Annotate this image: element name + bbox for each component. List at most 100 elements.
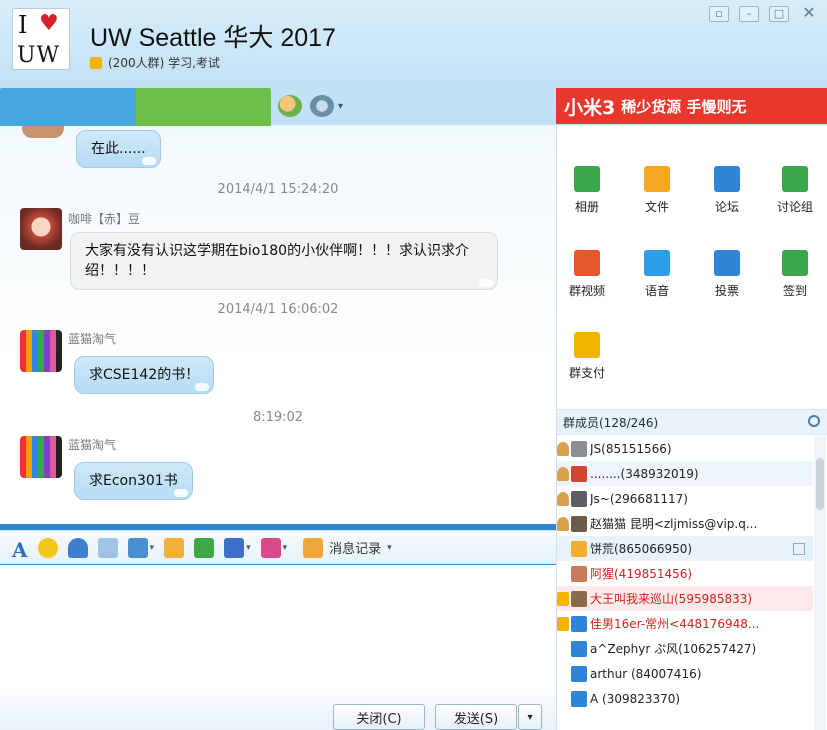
forum-icon	[714, 166, 740, 192]
voice-icon	[644, 250, 670, 276]
video-icon	[574, 250, 600, 276]
avatar[interactable]	[20, 330, 62, 372]
doodle-icon[interactable]	[97, 537, 118, 558]
group-apps: 相册 文件 论坛 讨论组 群视频 语音 投票 签到 群支付	[557, 126, 827, 406]
member-row[interactable]: 佳男16er-常州<448176948...	[557, 611, 813, 636]
heart-icon: ♥	[39, 11, 59, 36]
app-discussion[interactable]: 讨论组	[765, 166, 825, 215]
avatar	[571, 440, 587, 457]
sender-name[interactable]: 咖啡【赤】豆	[68, 210, 140, 227]
avatar[interactable]	[22, 126, 64, 138]
chevron-down-icon[interactable]: ▾	[150, 543, 155, 553]
close-window-button[interactable]: ✕	[799, 5, 819, 22]
search-icon[interactable]	[808, 415, 820, 427]
chevron-down-icon[interactable]: ▾	[246, 543, 251, 553]
tab-bar: 聊天 相册 文件 应用 ▾	[0, 88, 556, 612]
member-role-icon	[557, 491, 569, 506]
member-name: Js~(296681117)	[590, 491, 688, 506]
skin-button[interactable]: ▫	[709, 6, 729, 22]
gear-icon[interactable]	[310, 95, 334, 117]
group-avatar[interactable]: I ♥ UW	[12, 8, 70, 70]
send-options-button[interactable]: ▾	[518, 704, 542, 730]
member-row[interactable]: arthur (84007416)	[557, 661, 813, 686]
gift-icon[interactable]	[260, 537, 281, 558]
emoji-icon[interactable]	[37, 537, 58, 558]
members-count: 群成员(128/246)	[563, 415, 659, 430]
chevron-down-icon[interactable]: ▾	[283, 543, 288, 553]
message-input[interactable]	[0, 565, 556, 695]
avatar	[571, 490, 587, 507]
member-role-icon	[557, 466, 569, 481]
scrollbar-thumb[interactable]	[816, 458, 824, 510]
member-row[interactable]: ........(348932019)	[557, 461, 813, 486]
font-icon[interactable]: A	[12, 538, 28, 562]
member-row[interactable]: 大王叫我来巡山(595985833)	[557, 586, 813, 611]
tab-apps[interactable]: 应用	[0, 88, 271, 368]
chevron-down-icon[interactable]: ▾	[338, 101, 343, 112]
member-row[interactable]: JS(85151566)	[557, 436, 813, 461]
close-button[interactable]: 关闭(C)	[333, 704, 425, 730]
message-history-button[interactable]: 消息记录 ▾	[303, 537, 392, 558]
minimize-button[interactable]: –	[739, 6, 759, 22]
avatar[interactable]	[20, 208, 62, 250]
member-name: ........(348932019)	[590, 466, 699, 481]
note-icon[interactable]	[164, 537, 185, 558]
member-name: JS(85151566)	[590, 441, 672, 456]
message-timestamp: 2014/4/1 16:06:02	[217, 302, 339, 317]
member-list-scrollbar[interactable]	[814, 436, 826, 730]
avatar	[571, 465, 587, 482]
avatar	[571, 665, 587, 682]
add-member-icon[interactable]	[278, 95, 302, 117]
app-forum[interactable]: 论坛	[697, 166, 757, 215]
app-voice[interactable]: 语音	[627, 250, 687, 299]
member-name: a^Zephyr ぷ风(106257427)	[590, 642, 757, 656]
app-vote[interactable]: 投票	[697, 250, 757, 299]
avatar[interactable]	[20, 436, 62, 478]
app-album[interactable]: 相册	[557, 166, 617, 215]
member-row[interactable]: 赵猫猫 昆明<zljmiss@vip.q...	[557, 511, 813, 536]
logo-text-i: I	[18, 11, 28, 39]
image-icon[interactable]	[127, 537, 148, 558]
screenshot-icon[interactable]	[224, 537, 245, 558]
message-list[interactable]: 在此...... 2014/4/1 15:24:20 咖啡【赤】豆 大家有没有认…	[0, 126, 556, 524]
member-role-icon	[557, 441, 569, 456]
ad-banner[interactable]: 小米3 稀少货源 手慢则无	[556, 88, 827, 124]
sender-name[interactable]: 蓝猫淘气	[68, 436, 116, 453]
app-label: 语音	[644, 284, 669, 298]
member-name: 阿猩(419851456)	[590, 567, 693, 581]
member-name: 佳男16er-常州<448176948...	[590, 617, 760, 631]
logo-text-uw: UW	[17, 43, 61, 68]
member-list[interactable]: JS(85151566) ........(348932019) Js~(296…	[557, 436, 813, 730]
member-row[interactable]: Js~(296681117)	[557, 486, 813, 511]
avatar	[571, 565, 587, 582]
input-toolbar: A ▾ ▾ ▾ 消息记录 ▾	[0, 530, 556, 564]
member-row[interactable]: 阿猩(419851456)	[557, 561, 813, 586]
sender-name[interactable]: 蓝猫淘气	[68, 330, 116, 347]
member-name: 赵猫猫 昆明<zljmiss@vip.q...	[590, 517, 758, 531]
avatar	[571, 615, 587, 632]
member-row[interactable]: A (309823370)	[557, 686, 813, 711]
edit-icon[interactable]	[793, 542, 805, 555]
member-name: 大王叫我来巡山(595985833)	[590, 592, 753, 606]
app-files[interactable]: 文件	[627, 166, 687, 215]
app-checkin[interactable]: 签到	[765, 250, 825, 299]
app-payment[interactable]: 群支付	[557, 332, 617, 381]
app-label: 文件	[644, 200, 669, 214]
message-bubble: 求Econ301书	[74, 462, 193, 500]
app-label: 论坛	[714, 200, 739, 214]
message-timestamp: 2014/4/1 15:24:20	[217, 182, 339, 197]
member-row[interactable]: a^Zephyr ぷ风(106257427)	[557, 636, 813, 661]
member-role-icon	[557, 542, 569, 556]
app-video[interactable]: 群视频	[557, 250, 617, 299]
member-row[interactable]: 饼荒(865066950)	[557, 536, 813, 561]
shake-icon[interactable]	[67, 537, 88, 558]
avatar	[571, 590, 587, 607]
maximize-button[interactable]: □	[769, 6, 789, 22]
message-bubble: 求CSE142的书！	[74, 356, 215, 394]
send-button[interactable]: 发送(S)	[435, 704, 517, 730]
album-icon	[574, 166, 600, 192]
app-label: 相册	[574, 200, 599, 214]
group-title: UW Seattle 华大 2017	[90, 24, 336, 52]
app-icon[interactable]	[194, 537, 215, 558]
member-name: arthur (84007416)	[590, 666, 702, 681]
